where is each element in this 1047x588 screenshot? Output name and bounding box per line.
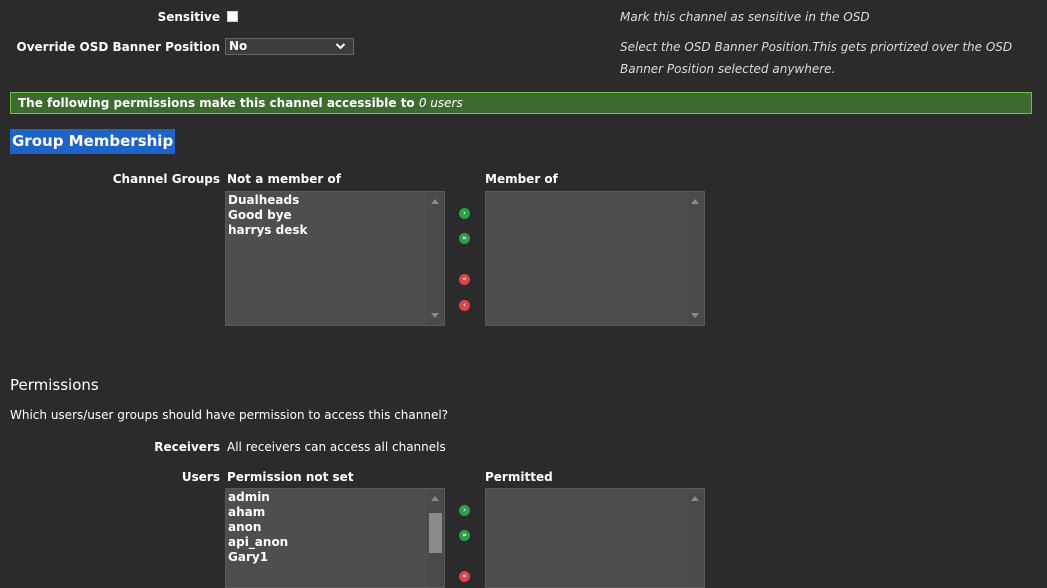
scroll-down-icon[interactable] (431, 313, 439, 318)
osd-banner-value: No (229, 39, 248, 53)
scrollbar[interactable] (687, 489, 704, 587)
scroll-thumb[interactable] (429, 513, 442, 553)
sensitive-help: Mark this channel as sensitive in the OS… (620, 10, 870, 24)
sensitive-label: Sensitive (157, 10, 220, 24)
double-arrow-right-icon[interactable]: » (459, 233, 470, 244)
permissions-title: Permissions (10, 376, 99, 394)
scroll-up-icon[interactable] (431, 199, 439, 204)
list-item[interactable]: aham (228, 505, 288, 520)
double-arrow-left-icon[interactable]: « (459, 571, 470, 582)
list-item[interactable]: Good bye (228, 208, 307, 223)
arrow-left-icon[interactable]: ‹ (459, 300, 470, 311)
banner-text: The following permissions make this chan… (18, 96, 419, 110)
scrollbar[interactable] (427, 489, 444, 587)
list-item[interactable]: admin (228, 490, 288, 505)
scrollbar[interactable] (427, 192, 444, 325)
receivers-label: Receivers (154, 440, 220, 454)
users-label: Users (181, 470, 220, 484)
scroll-down-icon[interactable] (691, 313, 699, 318)
list-item[interactable]: harrys desk (228, 223, 307, 238)
scroll-up-icon[interactable] (691, 199, 699, 204)
scroll-up-icon[interactable] (431, 496, 439, 501)
osd-banner-help-line2: Banner Position selected anywhere. (620, 62, 836, 76)
arrow-right-icon[interactable]: › (459, 208, 470, 219)
sensitive-checkbox[interactable] (227, 11, 238, 22)
permissions-question: Which users/user groups should have perm… (10, 408, 449, 422)
not-member-header: Not a member of (227, 172, 341, 186)
not-set-header: Permission not set (227, 470, 354, 484)
scroll-up-icon[interactable] (691, 496, 699, 501)
member-header: Member of (485, 172, 558, 186)
chevron-down-icon (335, 39, 346, 58)
list-item[interactable]: Dualheads (228, 193, 307, 208)
member-listbox[interactable] (485, 191, 705, 326)
users-permitted-listbox[interactable] (485, 488, 705, 588)
list-item[interactable]: Gary1 (228, 550, 288, 565)
not-member-listbox[interactable]: Dualheads Good bye harrys desk (225, 191, 445, 326)
double-arrow-right-icon[interactable]: » (459, 530, 470, 541)
list-item[interactable]: anon (228, 520, 288, 535)
permitted-header: Permitted (485, 470, 553, 484)
accessibility-banner: The following permissions make this chan… (10, 92, 1032, 114)
osd-banner-label: Override OSD Banner Position (16, 40, 221, 54)
group-membership-title: Group Membership (10, 129, 176, 154)
osd-banner-help-line1: Select the OSD Banner Position.This gets… (620, 40, 1013, 54)
osd-banner-select[interactable]: No (225, 38, 354, 55)
scrollbar[interactable] (687, 192, 704, 325)
arrow-right-icon[interactable]: › (459, 505, 470, 516)
channel-groups-label: Channel Groups (112, 172, 220, 186)
receivers-value: All receivers can access all channels (227, 440, 446, 454)
double-arrow-left-icon[interactable]: « (459, 274, 470, 285)
banner-count: 0 users (418, 96, 463, 110)
users-not-set-listbox[interactable]: admin aham anon api_anon Gary1 (225, 488, 445, 588)
list-item[interactable]: api_anon (228, 535, 288, 550)
